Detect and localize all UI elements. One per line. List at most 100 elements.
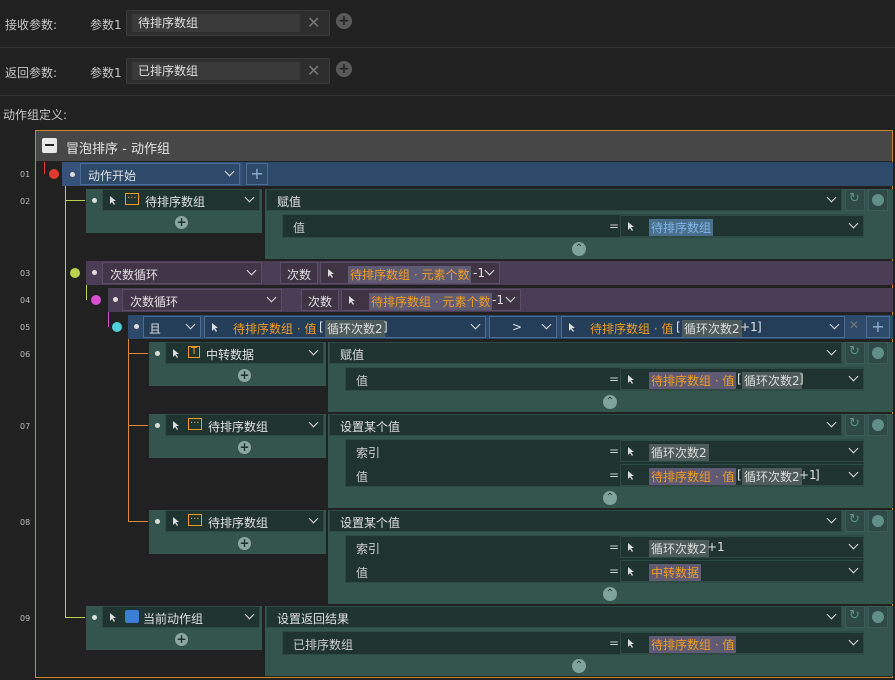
- line-number: 06: [20, 350, 31, 359]
- count-expression[interactable]: 待排序数组 · 元素个数 -1: [341, 289, 521, 311]
- target-select[interactable]: ··· 待排序数组: [102, 189, 260, 211]
- action-label: 动作开始: [88, 169, 137, 183]
- index-select[interactable]: 循环次数2 +1: [620, 536, 864, 558]
- cursor-icon: [328, 269, 334, 278]
- loop-select[interactable]: 次数循环: [102, 262, 262, 284]
- value-select[interactable]: 待排序数组: [620, 215, 864, 237]
- refresh-icon[interactable]: ↻: [845, 342, 865, 364]
- refresh-icon[interactable]: ↻: [845, 510, 865, 532]
- line-number: 09: [20, 614, 31, 623]
- node-dot: [112, 322, 122, 332]
- action-start-select[interactable]: 动作开始: [80, 163, 240, 185]
- return-param-input[interactable]: 已排序数组: [132, 62, 300, 80]
- line-number: 05: [20, 323, 31, 332]
- group-title: 冒泡排序 - 动作组: [66, 142, 170, 157]
- cursor-icon: [628, 543, 634, 552]
- action-select[interactable]: 设置某个值: [329, 510, 842, 532]
- return-param-name: 参数1: [90, 66, 122, 80]
- add-icon[interactable]: +: [175, 633, 188, 646]
- clock-icon[interactable]: [868, 510, 888, 532]
- collapse-up-icon[interactable]: ⌃: [603, 491, 617, 505]
- cursor-icon: [173, 421, 179, 430]
- value-select[interactable]: 待排序数组 · 值: [620, 632, 864, 654]
- definition-label: 动作组定义:: [3, 108, 68, 122]
- group-icon: [125, 610, 139, 623]
- node-dot: [91, 295, 101, 305]
- line-number: 02: [20, 197, 31, 206]
- cursor-icon: [569, 323, 575, 332]
- action-select[interactable]: 赋值: [329, 342, 842, 364]
- array-icon: ···: [125, 193, 139, 205]
- value-select[interactable]: 待排序数组 · 值[循环次数2 +1]: [620, 464, 864, 486]
- operator-select[interactable]: >: [489, 316, 557, 338]
- receive-label: 接收参数:: [5, 18, 58, 32]
- collapse-up-icon[interactable]: ⌃: [572, 659, 586, 673]
- value-select[interactable]: 待排序数组 · 值[循环次数2]: [620, 368, 864, 390]
- return-param-row: 返回参数: 参数1 已排序数组 ✕ +: [0, 48, 895, 96]
- add-icon[interactable]: +: [238, 537, 251, 550]
- add-icon[interactable]: +: [336, 13, 352, 29]
- line-number: 04: [20, 296, 31, 305]
- line-number: 03: [20, 269, 31, 278]
- add-icon[interactable]: +: [238, 369, 251, 382]
- array-icon: ···: [188, 418, 202, 430]
- text-icon: T: [188, 346, 201, 358]
- line-number: 07: [20, 422, 31, 431]
- cursor-icon: [173, 349, 179, 358]
- cursor-icon: [628, 639, 634, 648]
- add-icon[interactable]: +: [175, 216, 188, 229]
- refresh-icon[interactable]: ↻: [845, 606, 865, 628]
- right-operand[interactable]: 待排序数组 · 值[循环次数2 +1]: [561, 316, 845, 338]
- target-select[interactable]: T 中转数据: [165, 342, 324, 364]
- action-select[interactable]: 赋值: [266, 189, 842, 211]
- receive-param-input[interactable]: 待排序数组: [132, 14, 300, 32]
- delete-icon[interactable]: ✕: [307, 61, 320, 80]
- add-icon[interactable]: +: [336, 61, 352, 77]
- line-number: 08: [20, 518, 31, 527]
- cursor-icon: [628, 447, 634, 456]
- action-select[interactable]: 设置某个值: [329, 414, 842, 436]
- delete-icon[interactable]: ✕: [849, 318, 859, 332]
- return-param-field: 已排序数组 ✕: [126, 58, 330, 84]
- condition-select[interactable]: 且: [143, 316, 201, 338]
- field-label: 值: [293, 221, 306, 235]
- cursor-icon: [628, 567, 634, 576]
- receive-param-name: 参数1: [90, 18, 122, 32]
- count-expression[interactable]: 待排序数组 · 元素个数 -1: [320, 262, 500, 284]
- add-icon[interactable]: +: [238, 441, 251, 454]
- collapse-up-icon[interactable]: ⌃: [572, 242, 586, 256]
- loop-select[interactable]: 次数循环: [122, 289, 282, 311]
- return-label: 返回参数:: [5, 66, 58, 80]
- collapse-up-icon[interactable]: ⌃: [603, 587, 617, 601]
- collapse-icon[interactable]: [42, 138, 57, 153]
- receive-param-row: 接收参数: 参数1 待排序数组 ✕ +: [0, 0, 895, 48]
- cursor-icon: [349, 296, 355, 305]
- clock-icon[interactable]: [868, 414, 888, 436]
- cursor-icon: [173, 517, 179, 526]
- action-select[interactable]: 设置返回结果: [266, 606, 842, 628]
- node-dot: [70, 268, 80, 278]
- clock-icon[interactable]: [868, 189, 888, 211]
- target-select[interactable]: ··· 待排序数组: [165, 510, 324, 532]
- line-number: 01: [20, 170, 31, 179]
- clock-icon[interactable]: [868, 606, 888, 628]
- cursor-icon: [212, 323, 218, 332]
- group-header: 冒泡排序 - 动作组: [36, 131, 892, 161]
- value-select[interactable]: 中转数据: [620, 560, 864, 582]
- array-icon: ···: [188, 514, 202, 526]
- collapse-up-icon[interactable]: ⌃: [603, 395, 617, 409]
- clock-icon[interactable]: [868, 342, 888, 364]
- left-operand[interactable]: 待排序数组 · 值[循环次数2]: [204, 316, 486, 338]
- index-select[interactable]: 循环次数2: [620, 440, 864, 462]
- add-icon[interactable]: +: [866, 316, 890, 338]
- target-select[interactable]: ··· 待排序数组: [165, 414, 324, 436]
- refresh-icon[interactable]: ↻: [845, 189, 865, 211]
- cursor-icon: [110, 613, 116, 622]
- cursor-icon: [628, 375, 634, 384]
- delete-icon[interactable]: ✕: [307, 13, 320, 32]
- refresh-icon[interactable]: ↻: [845, 414, 865, 436]
- node-dot: [49, 169, 59, 179]
- add-icon[interactable]: +: [246, 163, 268, 185]
- target-select[interactable]: 当前动作组: [102, 606, 260, 628]
- receive-param-field: 待排序数组 ✕: [126, 10, 330, 36]
